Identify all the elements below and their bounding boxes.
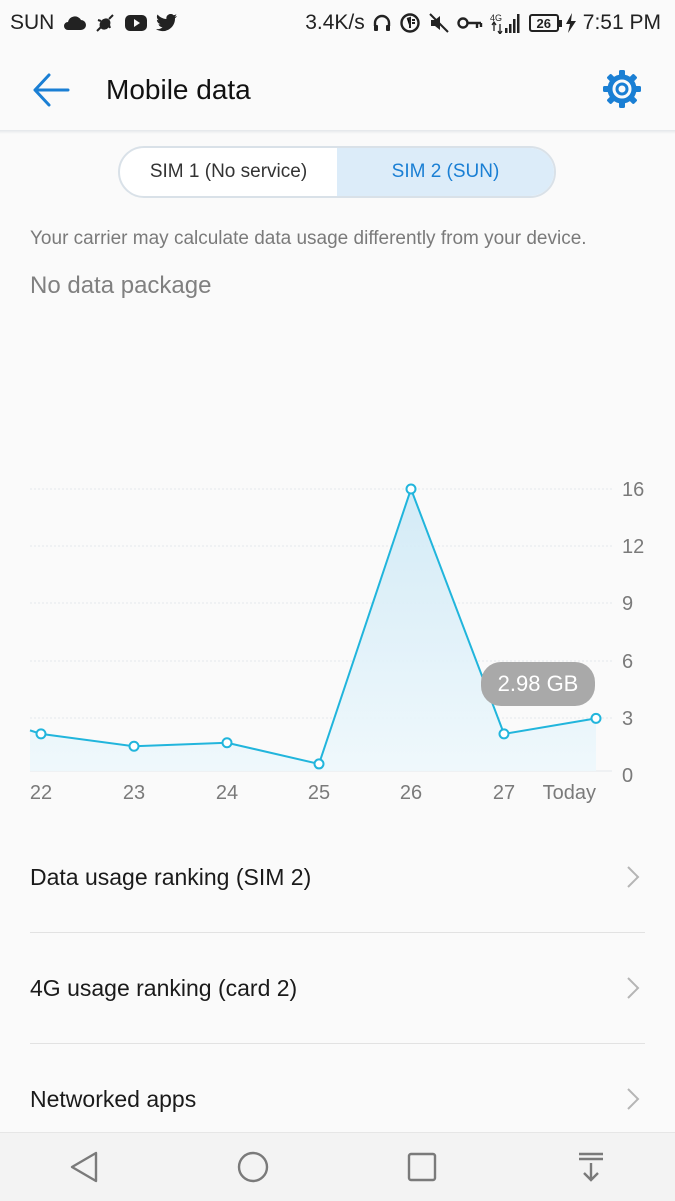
usage-line [29,486,597,766]
tab-sim-1[interactable]: SIM 1 (No service) [120,148,337,196]
headphones-icon [372,13,392,33]
x-tick-label: 27 [493,782,515,804]
network-speed: 3.4K/s [305,11,365,34]
cloud-icon [62,15,87,31]
youtube-icon [124,14,148,32]
y-tick-label: 3 [622,708,633,730]
chevron-right-icon [627,977,640,999]
data-point [405,483,417,495]
data-point [498,728,510,740]
nav-back-button[interactable] [54,1137,114,1197]
twitter-icon [156,14,178,32]
arrow-left-icon [33,73,70,107]
triangle-back-icon [71,1151,98,1183]
x-tick-label: 23 [123,782,145,804]
y-tick-label: 12 [622,536,644,558]
square-recents-icon [407,1152,437,1182]
data-point [590,712,602,724]
nav-home-button[interactable] [223,1137,283,1197]
mute-icon [428,12,450,34]
app-bar: Mobile data [0,46,675,132]
battery-level: 26 [536,15,552,31]
navigation-bar [0,1132,675,1201]
chevron-right-icon [627,866,640,888]
list-item-label: 4G usage ranking (card 2) [30,974,298,1001]
x-tick-label: 22 [30,782,52,804]
settings-button[interactable] [601,68,643,110]
list-item-label: Networked apps [30,1085,197,1112]
data-usage-chart: 0 3 6 9 12 16 22 23 24 25 26 27 Today [0,470,675,810]
app-bar-divider [0,130,675,134]
x-tick-label: Today [543,782,596,804]
circle-home-icon [237,1151,269,1183]
pull-down-icon [578,1152,603,1182]
usage-chart-svg: 0 3 6 9 12 16 22 23 24 25 26 27 Today [29,479,644,804]
carrier-note: Your carrier may calculate data usage di… [30,228,587,249]
carrier-name: SUN [10,11,55,34]
x-tick-label: 24 [216,782,238,804]
data-package-status: No data package [30,272,212,299]
sim-selector: SIM 1 (No service) SIM 2 (SUN) [118,146,556,198]
status-bar: SUN 3.4K/s 4G 26 7:51 PM [0,0,675,46]
nav-notifications-button[interactable] [561,1137,621,1197]
charging-icon [565,13,576,33]
usage-area [30,489,596,771]
tab-sim-2[interactable]: SIM 2 (SUN) [337,148,554,196]
gear-icon [603,70,641,108]
settings-list: Data usage ranking (SIM 2) 4G usage rank… [0,822,675,1154]
key-icon [457,16,483,30]
page-title: Mobile data [106,74,251,105]
data-point [128,740,140,752]
y-tick-label: 16 [622,479,644,501]
x-tick-label: 26 [400,782,422,804]
data-point [313,758,325,770]
svg-text:4G: 4G [490,13,502,23]
usage-tooltip: 2.98 GB [481,662,595,706]
list-item-label: Data usage ranking (SIM 2) [30,863,312,890]
list-item-data-usage-ranking[interactable]: Data usage ranking (SIM 2) [30,822,645,933]
y-tick-label: 0 [622,765,633,787]
data-saver-icon [399,12,421,34]
bug-icon [94,12,116,34]
clock: 7:51 PM [582,11,661,34]
list-item-4g-usage-ranking[interactable]: 4G usage ranking (card 2) [30,933,645,1044]
signal-icon: 4G [490,12,522,34]
data-point [221,737,233,749]
y-tick-label: 9 [622,593,633,615]
x-tick-label: 25 [308,782,330,804]
battery-icon: 26 [528,14,562,32]
chevron-right-icon [627,1088,640,1110]
back-button[interactable] [30,70,72,110]
data-point [35,728,47,740]
y-tick-label: 6 [622,651,633,673]
nav-recents-button[interactable] [392,1137,452,1197]
